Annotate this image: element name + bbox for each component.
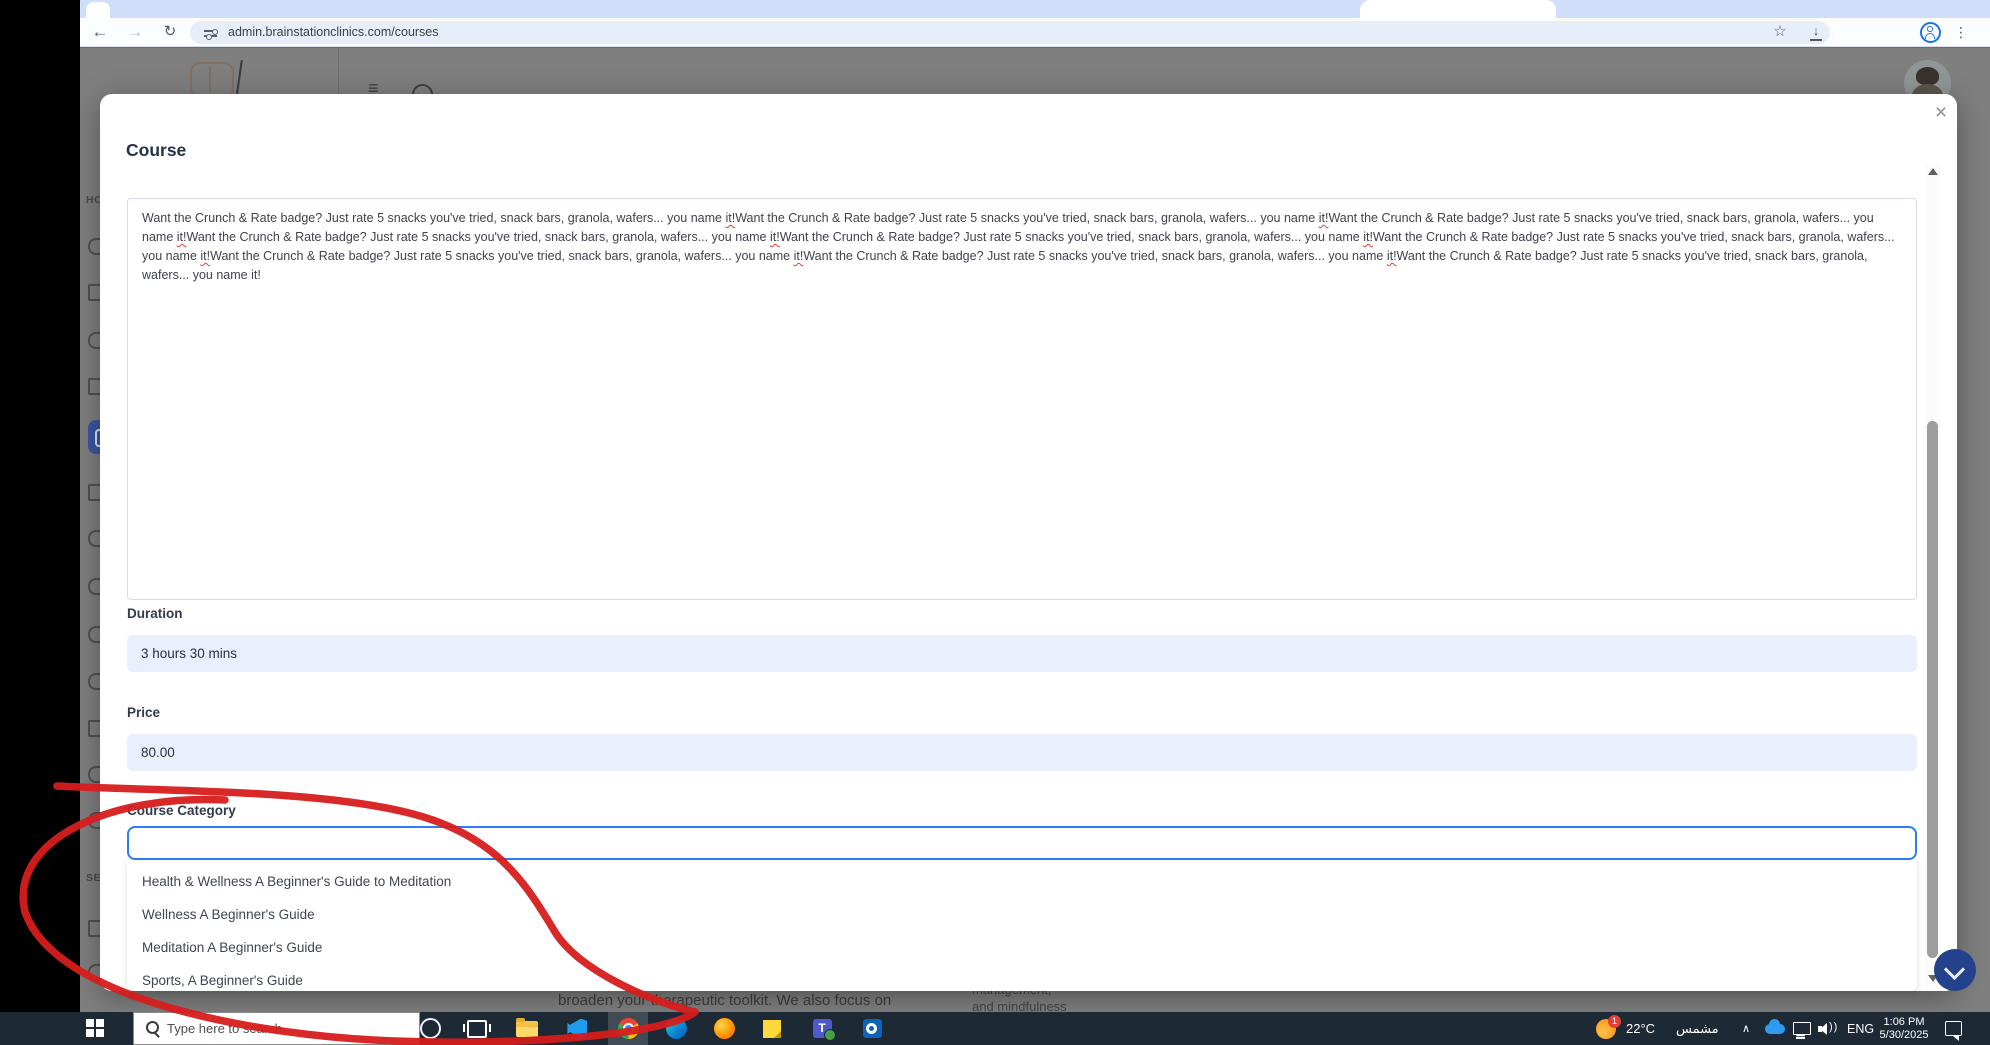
dropdown-option[interactable]: Health & Wellness A Beginner's Guide to … bbox=[127, 865, 1917, 898]
profile-icon[interactable] bbox=[1920, 22, 1941, 43]
notification-badge: 1 bbox=[1608, 1015, 1621, 1028]
search-placeholder: Type here to search bbox=[167, 1013, 282, 1044]
teams-icon[interactable]: T bbox=[802, 1012, 842, 1045]
duration-label: Duration bbox=[127, 606, 183, 621]
duration-field[interactable]: 3 hours 30 mins bbox=[127, 635, 1917, 672]
course-modal: × Course Want the Crunch & Rate badge? J… bbox=[100, 94, 1957, 991]
price-field[interactable]: 80.00 bbox=[127, 734, 1917, 771]
network-icon[interactable] bbox=[1793, 1012, 1811, 1045]
time: 1:06 PM bbox=[1884, 1016, 1925, 1029]
onedrive-icon[interactable] bbox=[1765, 1012, 1785, 1045]
site-settings-icon[interactable] bbox=[204, 26, 218, 40]
vscode-icon[interactable] bbox=[557, 1012, 597, 1045]
browser-tabstrip bbox=[80, 0, 1990, 18]
tray-chevron-icon[interactable]: ∧ bbox=[1742, 1012, 1750, 1045]
chrome-icon[interactable] bbox=[608, 1012, 648, 1045]
bookmark-star-icon[interactable]: ☆ bbox=[1768, 18, 1792, 46]
screen: ← → ↻ admin.brainstationclinics.com/cour… bbox=[0, 0, 1990, 1045]
date: 5/30/2025 bbox=[1880, 1029, 1929, 1042]
browser-menu-icon[interactable]: ⋮ bbox=[1952, 18, 1970, 46]
windows-taskbar: Type here to search T 1 22°C مشمس ∧ )) E… bbox=[0, 1012, 1990, 1045]
firefox-icon[interactable] bbox=[704, 1012, 744, 1045]
scroll-to-bottom-button[interactable] bbox=[1934, 949, 1976, 991]
forward-icon[interactable]: → bbox=[123, 18, 147, 46]
modal-scrollbar[interactable] bbox=[1925, 164, 1941, 986]
file-explorer-icon[interactable] bbox=[507, 1012, 547, 1045]
description-textarea[interactable]: Want the Crunch & Rate badge? Just rate … bbox=[127, 198, 1917, 600]
task-view-icon[interactable] bbox=[457, 1012, 497, 1045]
scrollbar-thumb[interactable] bbox=[1927, 421, 1938, 958]
cortana-icon[interactable] bbox=[410, 1012, 450, 1045]
page-content-dimmed: ≡ HO SE broaden your therapeutic toolkit… bbox=[80, 47, 1990, 1012]
header-divider bbox=[338, 48, 339, 94]
windows-start-icon[interactable] bbox=[86, 1019, 104, 1037]
partial-tab[interactable] bbox=[86, 2, 110, 18]
course-category-label: Course Category bbox=[127, 803, 236, 818]
url-text[interactable]: admin.brainstationclinics.com/courses bbox=[228, 21, 439, 44]
dropdown-option[interactable]: Wellness A Beginner's Guide bbox=[127, 898, 1917, 931]
sticky-notes-icon[interactable] bbox=[752, 1012, 792, 1045]
browser-toolbar: ← → ↻ admin.brainstationclinics.com/cour… bbox=[80, 18, 1990, 47]
course-category-input[interactable] bbox=[127, 826, 1917, 860]
modal-title: Course bbox=[126, 140, 186, 161]
back-icon[interactable]: ← bbox=[88, 18, 112, 46]
browser-window: ← → ↻ admin.brainstationclinics.com/cour… bbox=[80, 0, 1990, 1012]
weather-temperature[interactable]: 22°C bbox=[1626, 1012, 1655, 1045]
volume-icon[interactable]: )) bbox=[1818, 1012, 1838, 1045]
weather-condition[interactable]: مشمس bbox=[1676, 1012, 1719, 1045]
outlook-icon[interactable] bbox=[852, 1012, 892, 1045]
language-indicator[interactable]: ENG bbox=[1847, 1012, 1874, 1045]
dropdown-option[interactable]: Meditation A Beginner's Guide bbox=[127, 931, 1917, 964]
sidebar-section-label: SE bbox=[86, 872, 101, 884]
action-center-icon[interactable] bbox=[1945, 1012, 1962, 1045]
active-tab[interactable] bbox=[1360, 0, 1556, 18]
scroll-up-arrow-icon[interactable] bbox=[1928, 168, 1938, 175]
dropdown-option[interactable]: Sports, A Beginner's Guide bbox=[127, 964, 1917, 991]
downloads-icon[interactable]: ↓ bbox=[1808, 23, 1824, 41]
close-icon[interactable]: × bbox=[1928, 100, 1954, 126]
reload-icon[interactable]: ↻ bbox=[158, 18, 182, 46]
price-label: Price bbox=[127, 705, 160, 720]
background-paragraph-fragment: broaden your therapeutic toolkit. We als… bbox=[558, 992, 891, 1009]
weather-icon[interactable]: 1 bbox=[1596, 1012, 1616, 1045]
edge-icon[interactable] bbox=[656, 1012, 696, 1045]
category-dropdown: Health & Wellness A Beginner's Guide to … bbox=[127, 860, 1917, 991]
address-bar[interactable]: admin.brainstationclinics.com/courses bbox=[190, 21, 1830, 44]
clock[interactable]: 1:06 PM 5/30/2025 bbox=[1872, 1012, 1936, 1045]
taskbar-search-box[interactable]: Type here to search bbox=[133, 1012, 420, 1045]
search-icon bbox=[146, 1021, 159, 1034]
